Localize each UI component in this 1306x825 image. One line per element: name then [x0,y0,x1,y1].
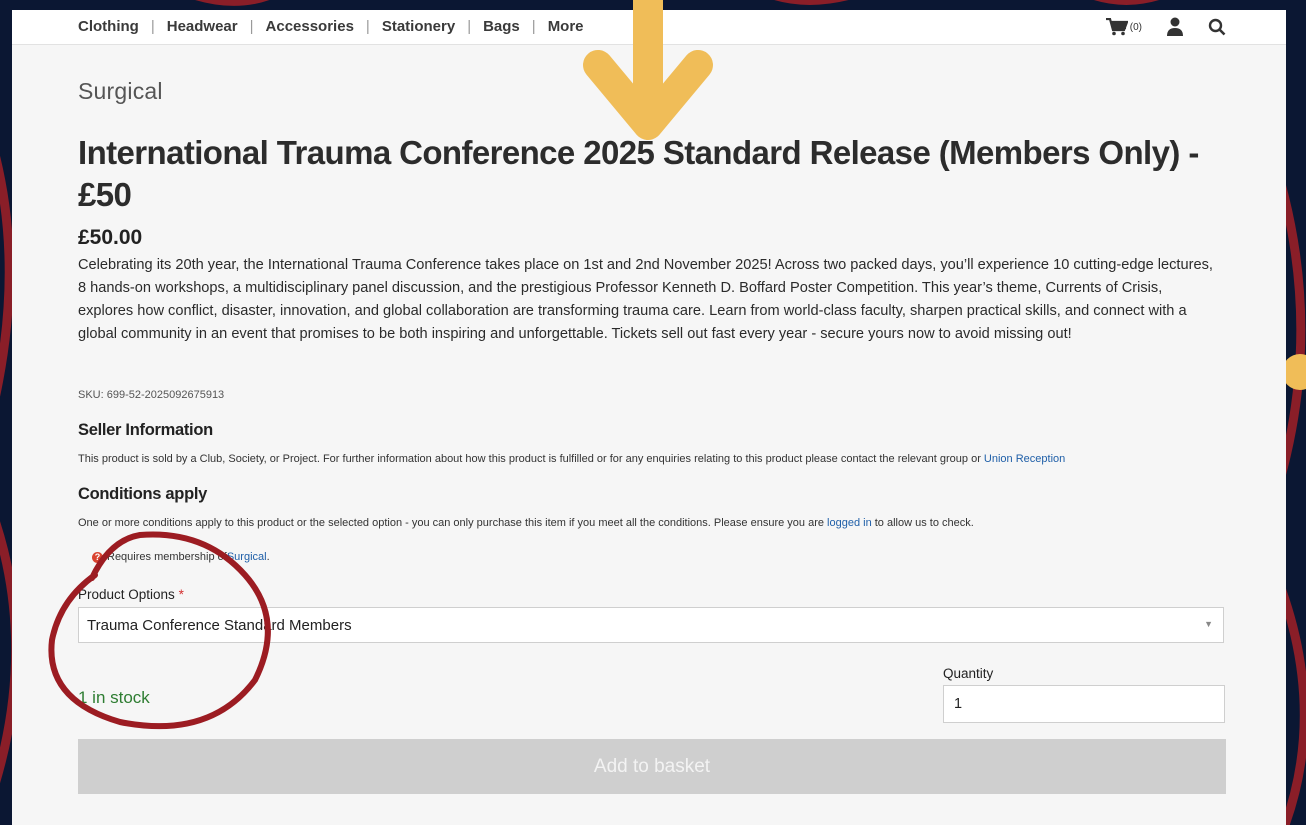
nav-item-more[interactable]: More [548,18,584,35]
cart-count: (0) [1129,21,1142,33]
seller-heading: Seller Information [78,421,213,439]
conditions-text: One or more conditions apply to this pro… [78,517,828,529]
conditions-text-after: to allow us to check. [871,517,974,529]
seller-text: This product is sold by a Club, Society,… [78,453,984,465]
nav-separator: | [531,18,536,35]
nav-separator: | [365,18,370,35]
logged-in-link[interactable]: logged in [827,517,872,529]
search-icon[interactable] [1208,18,1226,36]
required-mark: * [178,587,184,602]
page-title: International Trauma Conference 2025 Sta… [78,134,1199,213]
membership-requirement: ? Requires membership of Surgical. [92,551,270,563]
surgical-link[interactable]: Surgical [227,551,267,563]
product-options-label-text: Product Options [78,587,175,602]
header-icons: (0) [1105,17,1226,37]
union-reception-link[interactable]: Union Reception [984,453,1065,465]
selected-option: Trauma Conference Standard Members [87,617,352,634]
chevron-down-icon: ▼ [1204,619,1213,629]
nav-separator: | [249,18,254,35]
requirement-suffix: . [266,551,270,563]
product-options-select[interactable]: Trauma Conference Standard Members ▼ [78,607,1224,643]
add-to-basket-button[interactable]: Add to basket [78,739,1226,794]
nav-item-clothing[interactable]: Clothing [78,18,139,35]
quantity-label: Quantity [943,666,994,681]
product-category: Surgical [78,78,163,104]
conditions-heading: Conditions apply [78,485,208,503]
seller-info: This product is sold by a Club, Society,… [78,453,1065,465]
nav-item-headwear[interactable]: Headwear [167,18,238,35]
category-nav: Clothing | Headwear | Accessories | Stat… [78,18,584,35]
nav-separator: | [467,18,472,35]
stock-status: 1 in stock [78,688,150,707]
product-options-label: Product Options * [78,587,184,602]
product-card: Clothing | Headwear | Accessories | Stat… [12,10,1286,825]
quantity-input[interactable] [943,685,1225,723]
requirement-prefix: Requires membership of [107,551,227,563]
nav-separator: | [150,18,155,35]
nav-item-bags[interactable]: Bags [483,18,520,35]
cart-button[interactable]: (0) [1105,18,1142,36]
user-icon[interactable] [1166,17,1184,37]
product-price: £50.00 [78,226,143,249]
conditions-info: One or more conditions apply to this pro… [78,517,974,529]
question-icon: ? [92,551,103,563]
nav-item-accessories[interactable]: Accessories [266,18,354,35]
product-sku: SKU: 699-52-2025092675913 [78,389,225,401]
nav-item-stationery[interactable]: Stationery [382,18,455,35]
cart-icon [1105,18,1128,36]
product-description: Celebrating its 20th year, the Internati… [78,257,1213,342]
top-navigation-bar: Clothing | Headwear | Accessories | Stat… [12,10,1286,45]
